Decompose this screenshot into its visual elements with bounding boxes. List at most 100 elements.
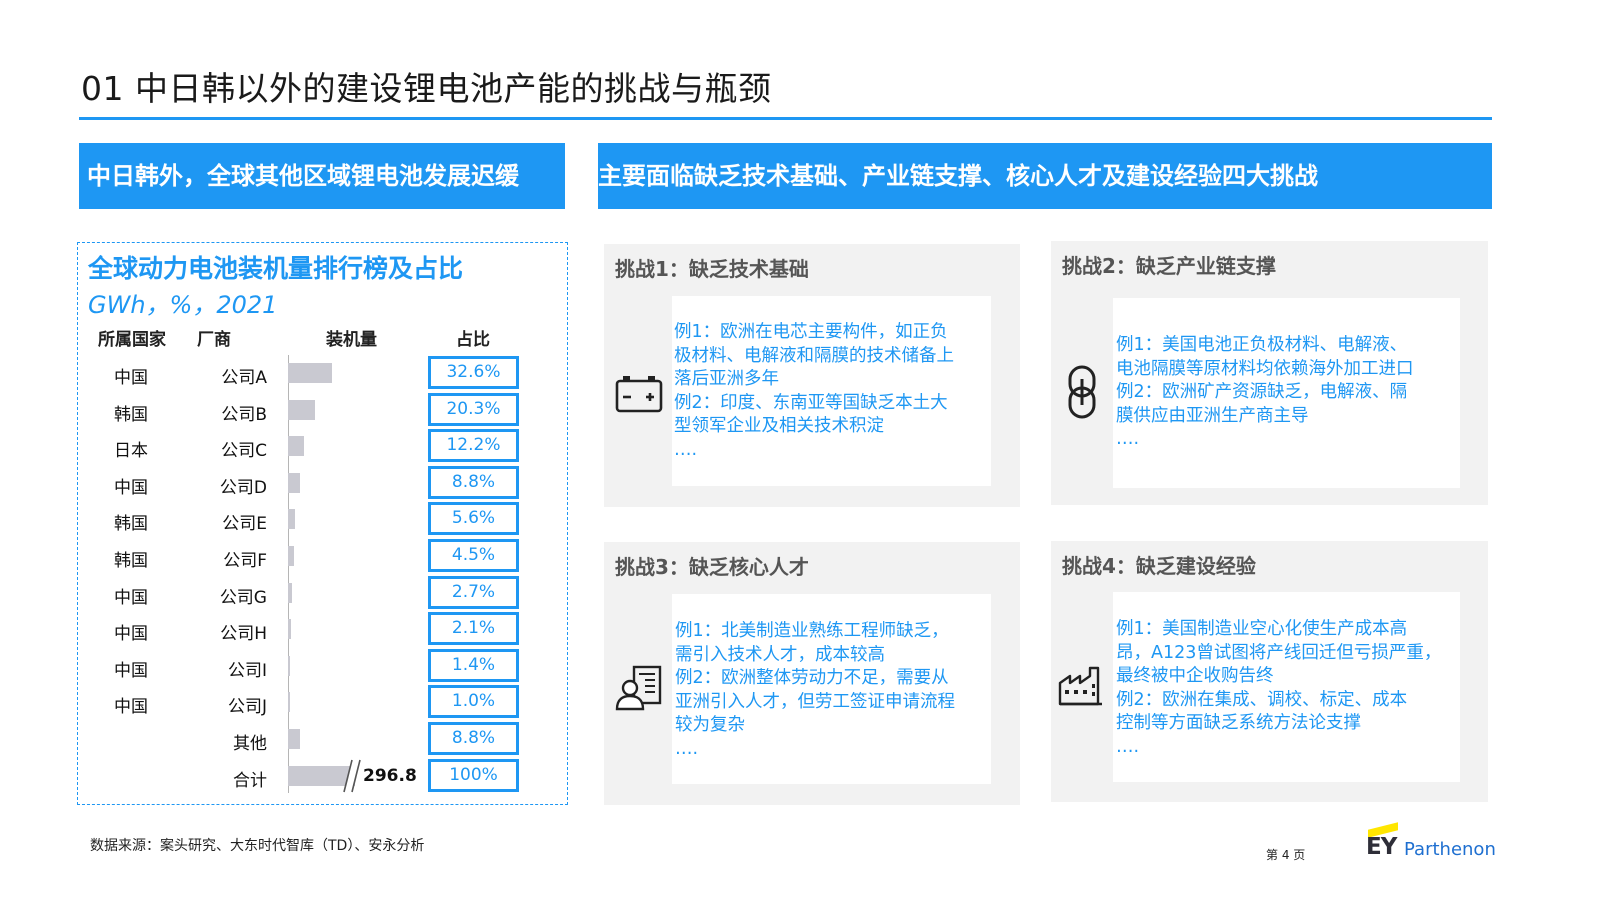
company-label: 公司B (221, 404, 267, 425)
country-label: 韩国 (114, 404, 148, 425)
share-label: 1.0% (428, 685, 519, 719)
volume-bar (288, 655, 290, 676)
challenge-body: 例1：欧洲在电芯主要构件，如正负 极材料、电解液和隔膜的技术储备上 落后亚洲多年… (672, 296, 991, 486)
challenge-body: 例1：美国制造业空心化使生产成本高 昂，A123曾试图将产线回迁但亏损严重， 最… (1113, 592, 1460, 782)
challenge-line: …. (1116, 736, 1140, 757)
challenge-line: 电池隔膜等原材料均依赖海外加工进口 (1116, 358, 1414, 379)
page-number: 第 4 页 (1266, 848, 1306, 862)
challenge-title: 挑战2：缺乏产业链支撑 (1062, 254, 1276, 278)
challenge-title: 挑战3：缺乏核心人才 (615, 555, 809, 579)
company-label: 公司E (222, 514, 267, 535)
volume-bar (288, 472, 300, 493)
country-label: 日本 (114, 441, 148, 462)
column-header-share: 占比 (456, 330, 490, 350)
challenge-line: 例2：欧洲整体劳动力不足，需要从 (675, 668, 949, 688)
challenge-line: 例1：北美制造业熟练工程师缺乏， (675, 621, 949, 641)
column-header-company: 厂商 (197, 330, 231, 350)
left-banner: 中日韩外，全球其他区域锂电池发展迟缓 (79, 143, 565, 209)
chart-title: 全球动力电池装机量排行榜及占比 (88, 254, 464, 283)
data-source-note: 数据来源：案头研究、大东时代智库（TD）、安永分析 (90, 838, 425, 854)
challenge-body: 例1：美国电池正负极材料、电解液、 电池隔膜等原材料均依赖海外加工进口 例2：欧… (1113, 298, 1460, 488)
chart-axis-line (288, 355, 289, 793)
share-label: 20.3% (428, 392, 519, 426)
challenge-card-1: 挑战1：缺乏技术基础 例1：欧洲在电芯主要构件，如正负 极材料、电解液和隔膜的技… (604, 244, 1020, 507)
chain-icon (1068, 365, 1096, 419)
challenge-line: 最终被中企收购告终 (1116, 666, 1274, 686)
country-label: 韩国 (114, 514, 148, 535)
challenge-line: 例1：美国制造业空心化使生产成本高 (1116, 619, 1408, 639)
challenge-line: 例1：美国电池正负极材料、电解液、 (1116, 335, 1408, 355)
company-label: 公司J (227, 697, 267, 718)
challenge-text: 例1：欧洲在电芯主要构件，如正负 极材料、电解液和隔膜的技术储备上 落后亚洲多年… (674, 321, 954, 462)
country-label: 中国 (114, 477, 148, 498)
volume-bar (288, 509, 296, 530)
country-label: 中国 (114, 624, 148, 645)
company-label: 合计 (233, 770, 267, 791)
challenge-text: 例1：美国制造业空心化使生产成本高 昂，A123曾试图将产线回迁但亏损严重， 最… (1116, 618, 1441, 759)
chart-subtitle: GWh，%，2021 (88, 291, 278, 319)
challenge-title: 挑战4：缺乏建设经验 (1062, 554, 1256, 578)
volume-bar (288, 729, 300, 749)
logo-mark: EY (1366, 834, 1397, 860)
challenge-line: 膜供应由亚洲生产商主导 (1116, 405, 1309, 426)
challenge-line: 落后亚洲多年 (674, 369, 779, 389)
challenge-line: 型领军企业及相关技术积淀 (674, 416, 884, 436)
challenge-card-3: 挑战3：缺乏核心人才 例1：北美制造业熟练工程师缺乏， 需引入技术人才，成本较高… (604, 542, 1020, 805)
battery-icon (615, 376, 663, 413)
share-label: 1.4% (428, 648, 519, 682)
ey-parthenon-logo: EY Parthenon (1366, 820, 1496, 862)
challenge-card-4: 挑战4：缺乏建设经验 例1：美国制造业空心化使生产成本高 昂，A123曾试图将产… (1051, 541, 1488, 802)
column-header-volume: 装机量 (326, 330, 377, 350)
company-label: 公司I (227, 660, 267, 681)
challenge-body: 例1：北美制造业熟练工程师缺乏， 需引入技术人才，成本较高 例2：欧洲整体劳动力… (672, 594, 991, 784)
challenge-card-2: 挑战2：缺乏产业链支撑 例1：美国电池正负极材料、电解液、 电池隔膜等原材料均依… (1051, 241, 1488, 505)
company-label: 公司G (219, 587, 267, 608)
country-label: 中国 (114, 697, 148, 718)
talent-icon (615, 665, 662, 711)
volume-bar (288, 436, 305, 457)
company-label: 公司C (221, 441, 267, 462)
challenge-line: …. (675, 738, 699, 759)
challenge-line: 昂，A123曾试图将产线回迁但亏损严重， (1116, 642, 1442, 663)
challenge-line: 例2：欧洲在集成、调校、标定、成本 (1116, 689, 1408, 710)
share-label: 12.2% (428, 429, 519, 463)
challenge-line: 例2：欧洲矿产资源缺乏，电解液、隔 (1116, 382, 1408, 402)
volume-bar (288, 692, 290, 713)
challenge-line: …. (674, 439, 698, 460)
share-label: 100% (428, 758, 519, 792)
challenge-text: 例1：北美制造业熟练工程师缺乏， 需引入技术人才，成本较高 例2：欧洲整体劳动力… (675, 620, 955, 761)
company-label: 公司F (223, 551, 267, 571)
challenge-line: 较为复杂 (675, 715, 745, 735)
share-label: 2.1% (428, 612, 519, 646)
challenge-text: 例1：美国电池正负极材料、电解液、 电池隔膜等原材料均依赖海外加工进口 例2：欧… (1116, 334, 1414, 452)
challenge-line: 需引入技术人才，成本较高 (675, 644, 885, 665)
battery-ranking-chart: 全球动力电池装机量排行榜及占比 GWh，%，2021 所属国家 厂商 装机量 占… (77, 242, 568, 805)
right-banner: 主要面临缺乏技术基础、产业链支撑、核心人才及建设经验四大挑战 (598, 143, 1492, 209)
company-label: 公司A (221, 368, 267, 388)
company-label: 公司H (220, 624, 267, 645)
share-label: 8.8% (428, 465, 519, 499)
country-label: 中国 (114, 587, 148, 608)
logo-name: Parthenon (1404, 839, 1496, 860)
share-label: 4.5% (428, 539, 519, 572)
share-label: 32.6% (428, 356, 519, 389)
volume-bar (288, 582, 292, 603)
challenge-line: 控制等方面缺乏系统方法论支撑 (1116, 713, 1361, 733)
volume-bar (288, 546, 295, 566)
factory-icon (1058, 666, 1102, 706)
challenge-title: 挑战1：缺乏技术基础 (615, 257, 809, 281)
challenge-line: 例2：印度、东南亚等国缺乏本土大 (674, 392, 948, 413)
company-label: 公司D (219, 477, 267, 498)
share-label: 2.7% (428, 575, 519, 609)
challenge-line: 亚洲引入人才，但劳工签证申请流程 (675, 691, 955, 712)
challenge-line: …. (1116, 429, 1140, 449)
volume-bar (288, 399, 316, 420)
page-title: 01 中日韩以外的建设锂电池产能的挑战与瓶颈 (81, 69, 772, 108)
company-label: 其他 (233, 734, 267, 754)
axis-break-mark (343, 759, 361, 792)
challenge-line: 极材料、电解液和隔膜的技术储备上 (674, 345, 954, 366)
column-header-country: 所属国家 (98, 330, 166, 350)
share-label: 8.8% (428, 722, 519, 755)
volume-bar (288, 619, 291, 640)
title-divider (79, 117, 1492, 120)
